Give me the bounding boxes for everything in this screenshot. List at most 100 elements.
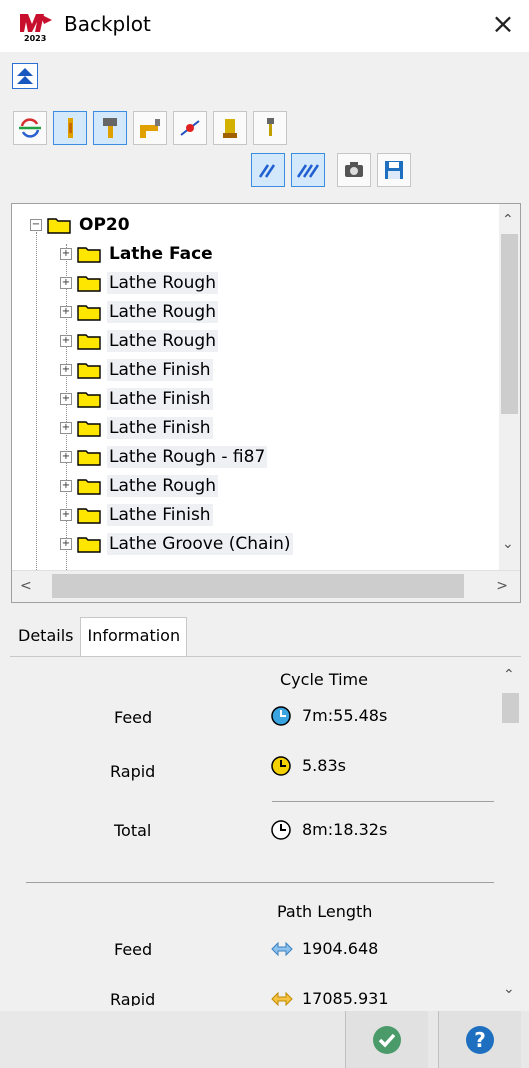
- ok-button[interactable]: [345, 1011, 428, 1068]
- folder-icon: [77, 275, 101, 292]
- expand-toggle[interactable]: +: [60, 363, 72, 376]
- expand-toggle[interactable]: +: [60, 508, 72, 521]
- tree-root-op20[interactable]: − OP20: [30, 210, 132, 239]
- verify-tool-button[interactable]: [253, 111, 287, 145]
- folder-icon: [77, 478, 101, 495]
- expand-toggle[interactable]: +: [60, 479, 72, 492]
- path-length-header: Path Length: [277, 902, 373, 921]
- show-stock-button[interactable]: [213, 111, 247, 145]
- mastercam-logo-icon: 2023: [20, 14, 52, 42]
- cycle-time-separator: [272, 801, 494, 802]
- refresh-button[interactable]: [13, 111, 47, 145]
- path-feed-label: Feed: [114, 940, 153, 959]
- tree-item[interactable]: + Lathe Groove (Chain): [60, 529, 293, 558]
- svg-text:2023: 2023: [24, 34, 46, 42]
- folder-icon: [47, 217, 71, 234]
- tree-item[interactable]: + Lathe Rough: [60, 268, 218, 297]
- expand-toggle[interactable]: +: [60, 450, 72, 463]
- expand-toggle[interactable]: +: [60, 247, 72, 260]
- scroll-thumb[interactable]: [52, 574, 464, 598]
- scroll-left-icon[interactable]: <: [20, 578, 32, 594]
- tree-item-label: Lathe Finish: [107, 416, 213, 439]
- svg-text:?: ?: [474, 1028, 486, 1052]
- tree-item-label: Lathe Rough: [107, 474, 218, 497]
- save-icon: [385, 161, 403, 179]
- tree-item-label: Lathe Rough - fi87: [107, 445, 268, 468]
- tool-icon: [68, 118, 73, 138]
- scroll-up-icon[interactable]: ⌃: [502, 212, 514, 228]
- tree-item-label: Lathe Rough: [107, 300, 218, 323]
- expand-toggle[interactable]: +: [60, 305, 72, 318]
- rapid-clock-icon: [271, 756, 291, 776]
- expand-toggle[interactable]: +: [60, 276, 72, 289]
- cycle-total-value: 8m:18.32s: [302, 820, 388, 839]
- verify-tool-icon: [267, 118, 274, 136]
- show-endpoints-button[interactable]: [173, 111, 207, 145]
- collapse-toggle[interactable]: −: [30, 218, 42, 231]
- show-tool-holder-button[interactable]: [93, 111, 127, 145]
- folder-icon: [77, 333, 101, 350]
- expand-toggle[interactable]: +: [60, 537, 72, 550]
- folder-icon: [77, 420, 101, 437]
- folder-icon: [77, 536, 101, 553]
- tab-information[interactable]: Information: [80, 617, 188, 657]
- information-panel: Cycle Time Feed 7m:55.48s Rapid 5.83s To…: [10, 656, 521, 1006]
- scroll-right-icon[interactable]: >: [496, 578, 508, 594]
- operations-tree-panel: − OP20 + Lathe Face + Lathe Rough + Lathe Rou…: [11, 203, 521, 603]
- expand-toggle[interactable]: +: [60, 421, 72, 434]
- tree-item-label: Lathe Finish: [107, 503, 213, 526]
- folder-icon: [77, 449, 101, 466]
- screenshot-button[interactable]: [337, 153, 371, 187]
- tree-item-label: Lathe Rough: [107, 329, 218, 352]
- tree-item[interactable]: + Lathe Face: [60, 239, 215, 268]
- double-up-arrow-icon: [17, 68, 33, 84]
- scroll-thumb[interactable]: [502, 693, 519, 723]
- tree-connector-line: [36, 232, 37, 570]
- folder-icon: [77, 304, 101, 321]
- path-rapid-value: 17085.931: [302, 989, 389, 1006]
- tree-item[interactable]: + Lathe Finish: [60, 413, 213, 442]
- toolpath-hatch-icon: [258, 164, 276, 178]
- operations-tree: − OP20 + Lathe Face + Lathe Rough + Lathe Rou…: [12, 204, 500, 570]
- tree-item[interactable]: + Lathe Finish: [60, 500, 213, 529]
- folder-icon: [77, 246, 101, 263]
- show-holder-button[interactable]: [133, 111, 167, 145]
- folder-icon: [77, 391, 101, 408]
- tree-root-label: OP20: [79, 214, 130, 235]
- check-circle-icon: [373, 1025, 401, 1054]
- cycle-feed-label: Feed: [114, 708, 153, 727]
- scroll-thumb[interactable]: [501, 234, 518, 414]
- scroll-up-icon[interactable]: ⌃: [503, 667, 515, 683]
- expand-toggle[interactable]: +: [60, 392, 72, 405]
- info-vertical-scrollbar[interactable]: ⌃ ⌄: [500, 657, 521, 1006]
- scroll-down-icon[interactable]: ⌄: [503, 981, 515, 997]
- toolpath-hatch-button[interactable]: [251, 153, 285, 187]
- scroll-down-icon[interactable]: ⌄: [502, 536, 514, 552]
- tree-item[interactable]: + Lathe Rough - fi87: [60, 442, 268, 471]
- toolbar-row-2: [251, 153, 411, 187]
- cycle-total-label: Total: [114, 821, 152, 840]
- cycle-rapid-label: Rapid: [110, 762, 156, 781]
- close-button[interactable]: ×: [483, 4, 523, 44]
- tree-item[interactable]: + Lathe Rough: [60, 326, 218, 355]
- total-clock-icon: [271, 820, 291, 840]
- folder-icon: [77, 362, 101, 379]
- dialog-button-bar: ?: [0, 1011, 529, 1068]
- tab-details[interactable]: Details: [11, 617, 80, 657]
- tree-item[interactable]: + Lathe Finish: [60, 355, 213, 384]
- help-button[interactable]: ?: [438, 1011, 521, 1068]
- tool-holder-icon: [103, 118, 117, 138]
- holder-icon: [140, 119, 160, 138]
- save-button[interactable]: [377, 153, 411, 187]
- collapse-toolbar-button[interactable]: [12, 63, 38, 89]
- tree-vertical-scrollbar[interactable]: ⌃ ⌄: [499, 204, 520, 570]
- tree-item[interactable]: + Lathe Finish: [60, 384, 213, 413]
- tree-horizontal-scrollbar[interactable]: < >: [12, 570, 520, 602]
- cycle-rapid-value: 5.83s: [302, 756, 346, 775]
- tree-item[interactable]: + Lathe Rough: [60, 471, 218, 500]
- expand-toggle[interactable]: +: [60, 334, 72, 347]
- toolpath-hatch-double-button[interactable]: [291, 153, 325, 187]
- show-tool-button[interactable]: [53, 111, 87, 145]
- tree-item[interactable]: + Lathe Rough: [60, 297, 218, 326]
- feed-distance-icon: [271, 941, 293, 957]
